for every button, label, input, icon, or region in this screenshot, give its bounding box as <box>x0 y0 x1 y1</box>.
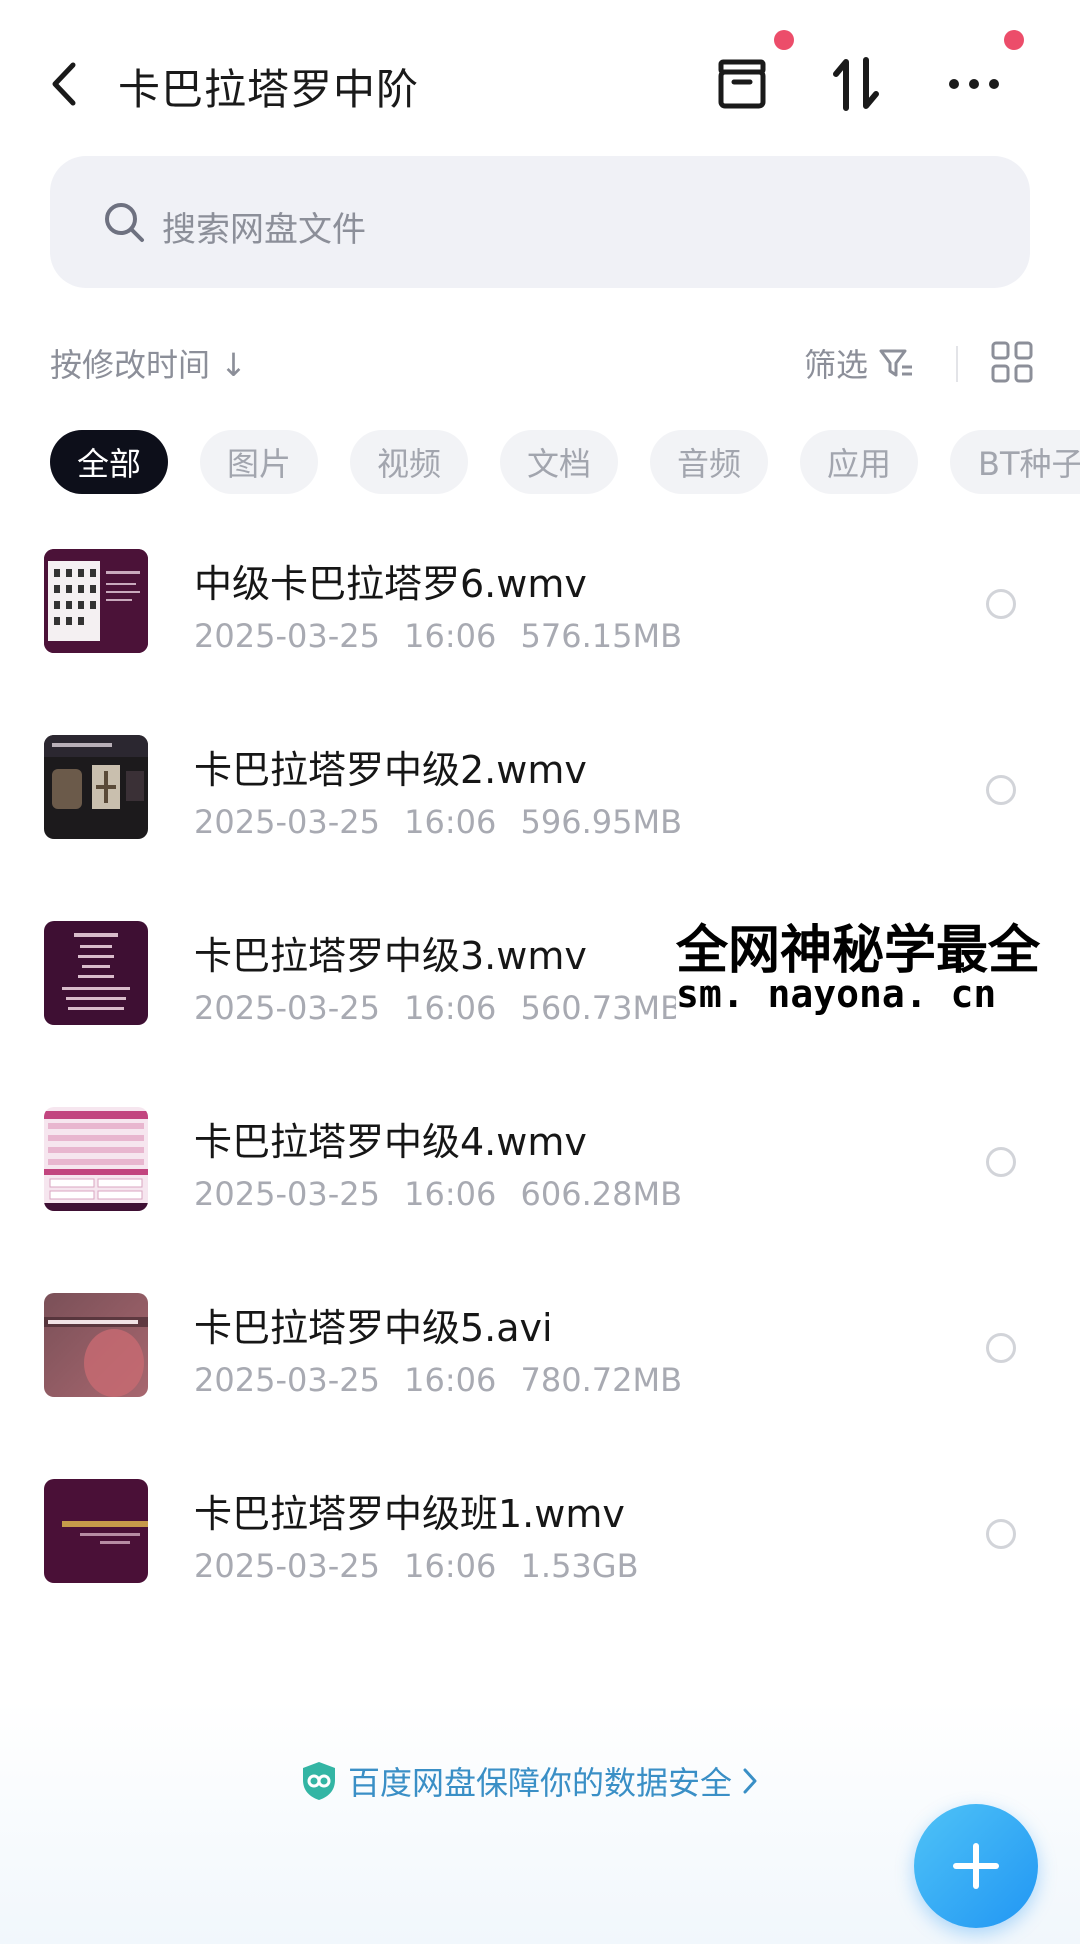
file-list: 中级卡巴拉塔罗6.wmv 2025-03-25 16:06 576.15MB 卡… <box>0 545 1080 1661</box>
more-button[interactable] <box>942 52 1006 116</box>
list-item[interactable]: 卡巴拉塔罗中级5.avi 2025-03-25 16:06 780.72MB <box>0 1289 1080 1475</box>
shield-icon <box>303 1762 335 1800</box>
chevron-right-icon <box>743 1768 757 1794</box>
footer-background <box>0 1700 1080 1944</box>
tab-bt-torrents[interactable]: BT种子 <box>950 430 1080 494</box>
search-placeholder: 搜索网盘文件 <box>162 210 366 250</box>
file-name: 卡巴拉塔罗中级2.wmv <box>194 748 587 792</box>
video-thumbnail <box>44 549 148 653</box>
archive-icon <box>718 59 766 109</box>
top-bar: 卡巴拉塔罗中阶 <box>0 0 1080 160</box>
filter-icon <box>879 349 913 377</box>
search-input[interactable]: 搜索网盘文件 <box>50 156 1030 288</box>
tab-apps[interactable]: 应用 <box>800 430 918 494</box>
file-name: 卡巴拉塔罗中级4.wmv <box>194 1120 587 1164</box>
archive-button[interactable] <box>710 52 774 116</box>
select-checkbox[interactable] <box>986 1519 1016 1549</box>
notification-dot <box>1004 30 1024 50</box>
select-checkbox[interactable] <box>986 775 1016 805</box>
grid-view-icon[interactable] <box>990 340 1034 384</box>
video-thumbnail <box>44 1293 148 1397</box>
tab-documents[interactable]: 文档 <box>500 430 618 494</box>
file-meta: 2025-03-25 16:06 606.28MB <box>194 1175 683 1213</box>
file-name: 卡巴拉塔罗中级5.avi <box>194 1306 553 1350</box>
notification-dot <box>774 30 794 50</box>
list-item[interactable]: 卡巴拉塔罗中级班1.wmv 2025-03-25 16:06 1.53GB <box>0 1475 1080 1661</box>
video-thumbnail <box>44 1107 148 1211</box>
back-icon <box>52 62 76 106</box>
watermark: 全网神秘学最全 sm. nayona. cn <box>676 906 1080 1024</box>
tab-images[interactable]: 图片 <box>200 430 318 494</box>
file-meta: 2025-03-25 16:06 576.15MB <box>194 617 683 655</box>
sort-transfer-icon <box>833 57 879 111</box>
data-safety-link[interactable]: 百度网盘保障你的数据安全 <box>300 1758 758 1804</box>
file-name: 卡巴拉塔罗中级班1.wmv <box>194 1492 625 1536</box>
sort-by-modified-time[interactable]: 按修改时间 ↓ <box>50 340 247 386</box>
more-icon <box>949 79 999 89</box>
back-button[interactable] <box>40 52 88 116</box>
tab-videos[interactable]: 视频 <box>350 430 468 494</box>
file-name: 卡巴拉塔罗中级3.wmv <box>194 934 587 978</box>
filter-button[interactable]: 筛选 <box>804 340 914 386</box>
select-checkbox[interactable] <box>986 1333 1016 1363</box>
transfer-button[interactable] <box>824 52 888 116</box>
divider <box>956 346 958 382</box>
watermark-line-2: sm. nayona. cn <box>676 972 997 1016</box>
list-item[interactable]: 卡巴拉塔罗中级4.wmv 2025-03-25 16:06 606.28MB <box>0 1103 1080 1289</box>
file-meta: 2025-03-25 16:06 1.53GB <box>194 1547 639 1585</box>
plus-icon <box>953 1843 999 1889</box>
filter-label: 筛选 <box>804 346 869 384</box>
list-item[interactable]: 卡巴拉塔罗中级2.wmv 2025-03-25 16:06 596.95MB <box>0 731 1080 917</box>
list-item[interactable]: 中级卡巴拉塔罗6.wmv 2025-03-25 16:06 576.15MB <box>0 545 1080 731</box>
video-thumbnail <box>44 735 148 839</box>
file-name: 中级卡巴拉塔罗6.wmv <box>194 562 587 606</box>
select-checkbox[interactable] <box>986 1147 1016 1177</box>
video-thumbnail <box>44 1479 148 1583</box>
file-meta: 2025-03-25 16:06 560.73MB <box>194 989 683 1027</box>
category-tabs: 全部 图片 视频 文档 音频 应用 BT种子 <box>50 430 1080 494</box>
video-thumbnail <box>44 921 148 1025</box>
add-button[interactable] <box>914 1804 1038 1928</box>
tab-all[interactable]: 全部 <box>50 430 168 494</box>
data-safety-text: 百度网盘保障你的数据安全 <box>348 1764 733 1802</box>
file-meta: 2025-03-25 16:06 780.72MB <box>194 1361 683 1399</box>
tab-audio[interactable]: 音频 <box>650 430 768 494</box>
page-title: 卡巴拉塔罗中阶 <box>118 65 420 114</box>
select-checkbox[interactable] <box>986 589 1016 619</box>
search-icon <box>105 203 144 242</box>
file-meta: 2025-03-25 16:06 596.95MB <box>194 803 683 841</box>
